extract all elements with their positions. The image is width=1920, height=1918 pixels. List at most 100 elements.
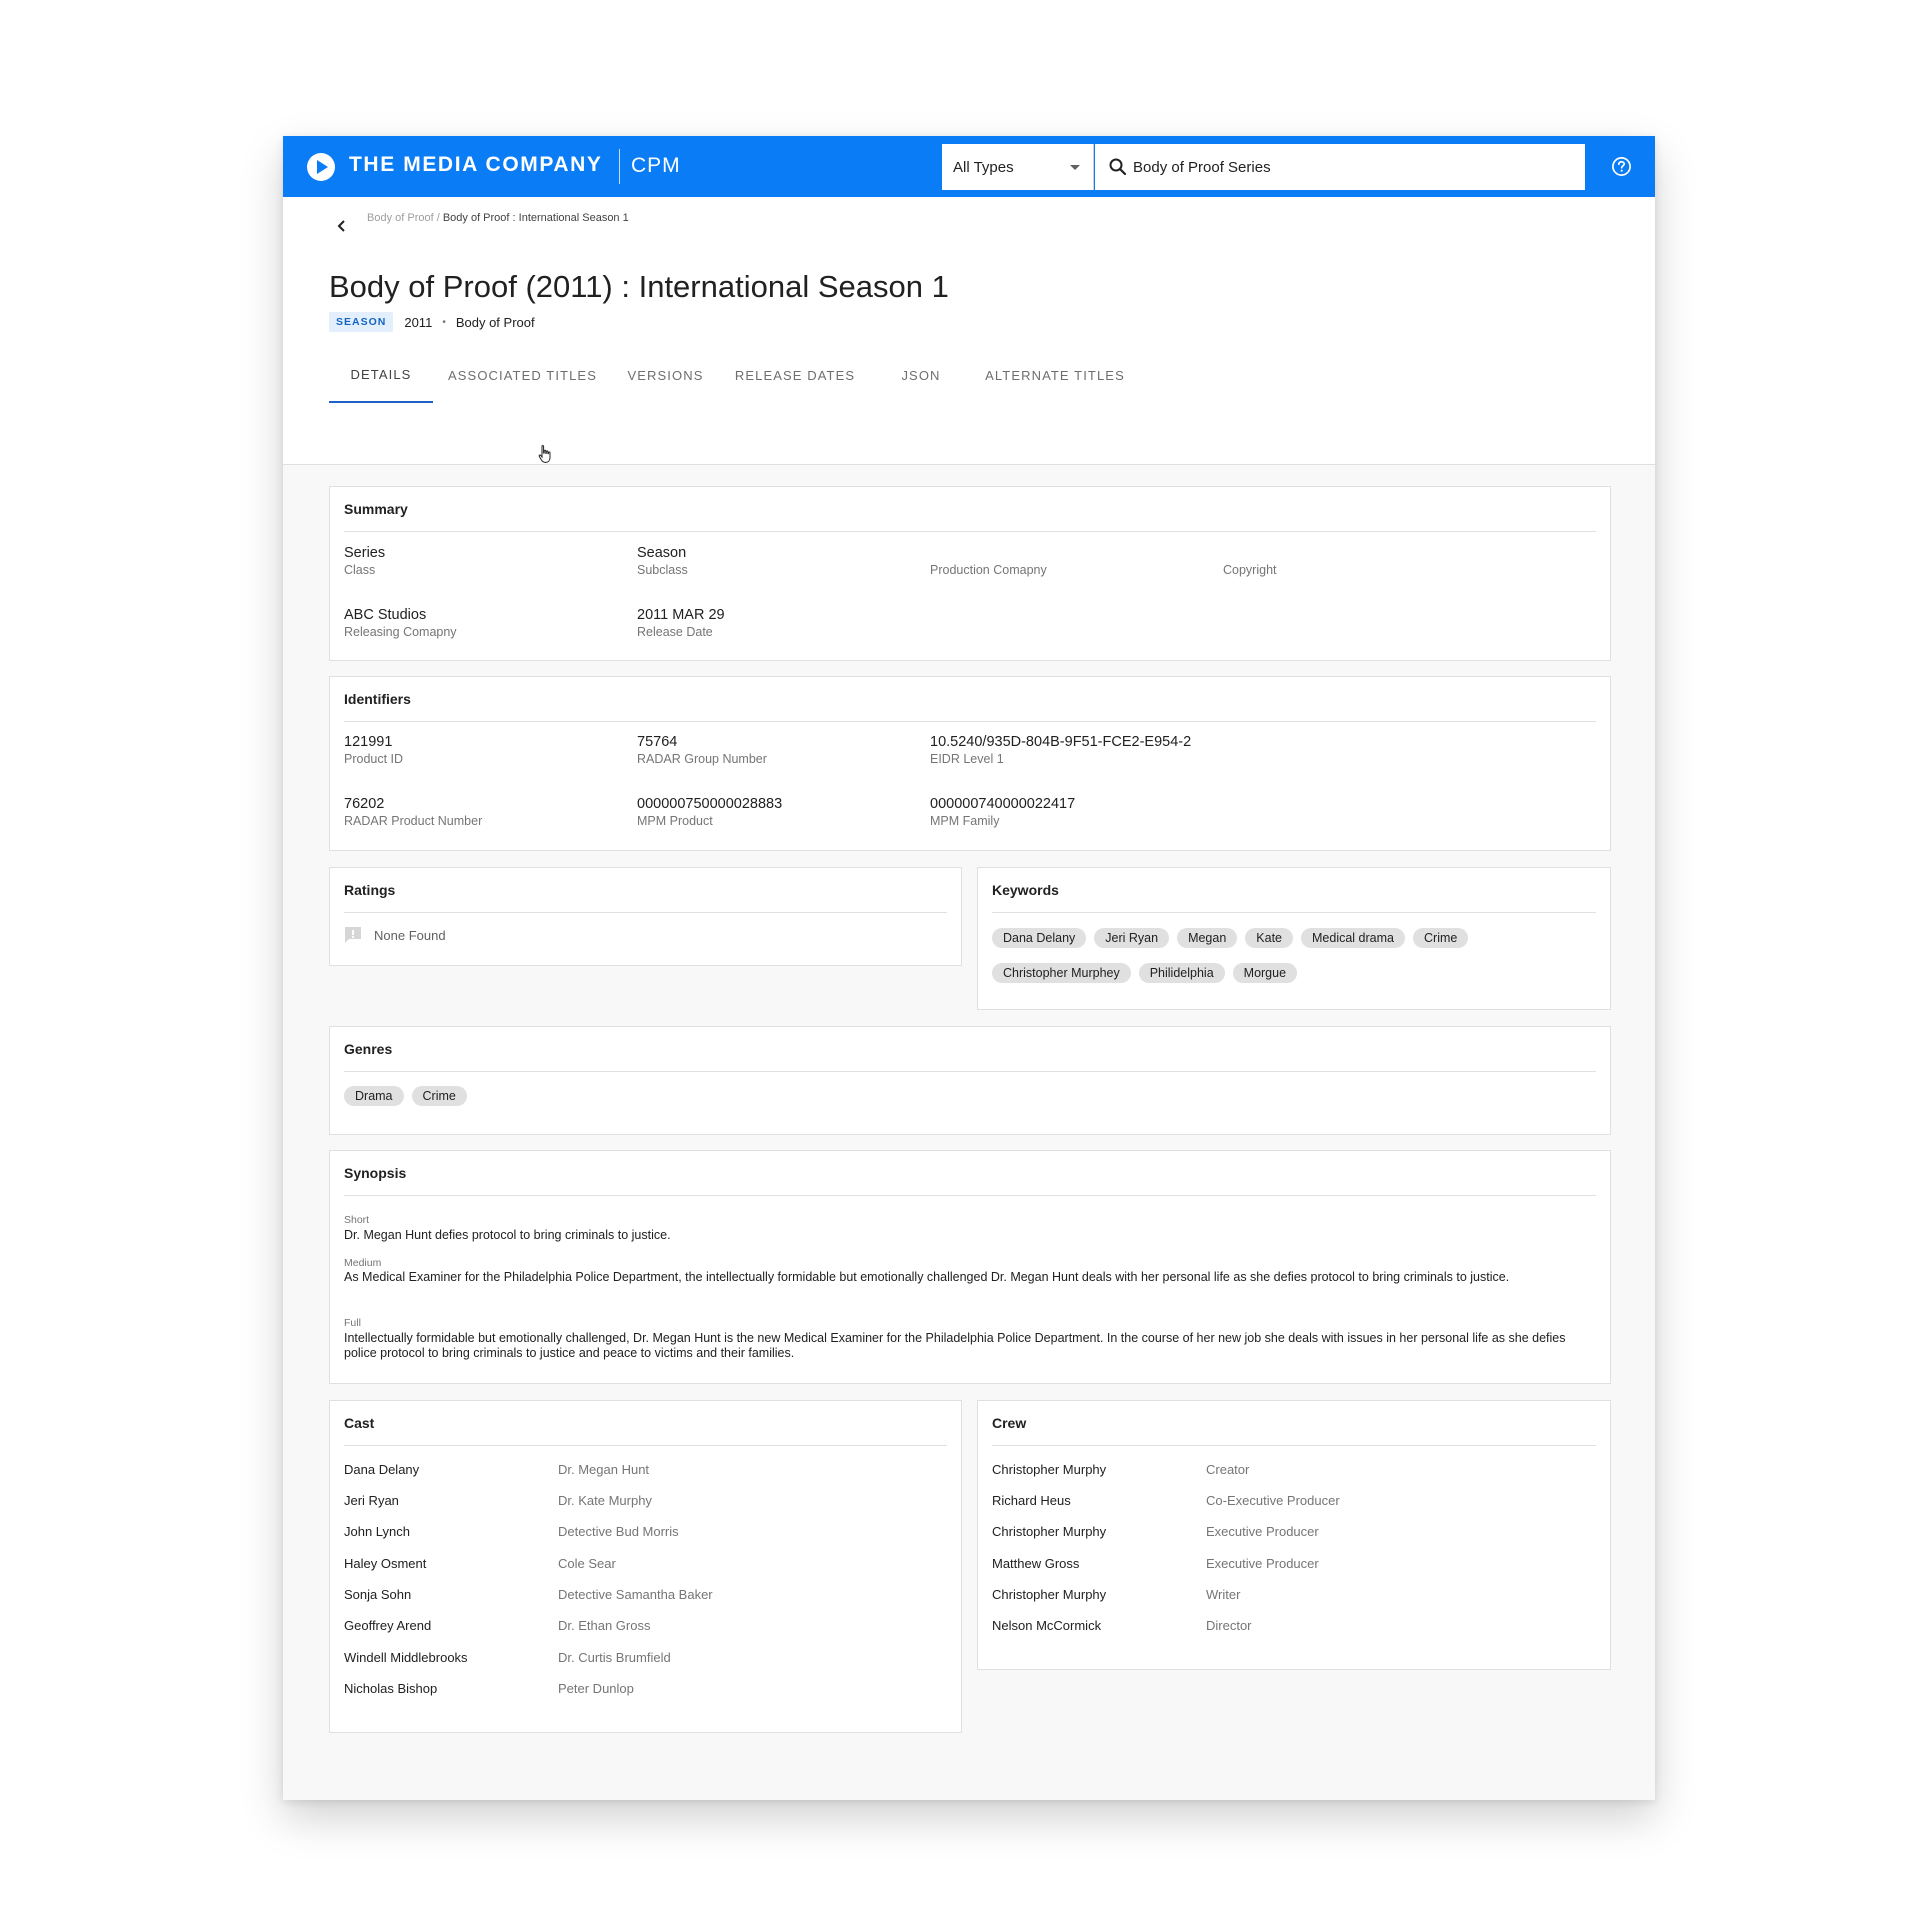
keyword-chip[interactable]: Crime — [1413, 928, 1469, 948]
title-meta: SEASON 2011 • Body of Proof — [329, 312, 535, 332]
card-divider — [344, 912, 947, 913]
field-label: MPM Product — [637, 814, 713, 828]
tab-versions[interactable]: VERSIONS — [612, 347, 719, 403]
genre-chip[interactable]: Crime — [411, 1086, 467, 1106]
field-mpm-product: 000000750000028883 MPM Product — [637, 796, 782, 828]
keyword-chip[interactable]: Megan — [1177, 928, 1238, 948]
cast-role: Peter Dunlop — [558, 1681, 634, 1696]
tab-details[interactable]: DETAILS — [329, 347, 433, 403]
crew-name: Christopher Murphy — [992, 1524, 1107, 1539]
field-radar-group-number: 75764 RADAR Group Number — [637, 734, 767, 766]
field-value: 75764 — [637, 734, 678, 750]
summary-title: Summary — [344, 501, 408, 517]
crew-role: Director — [1206, 1618, 1252, 1633]
field-label: Class — [344, 563, 376, 577]
title-header: Body of Proof / Body of Proof : Internat… — [283, 197, 1655, 465]
keyword-chip[interactable]: Dana Delany — [992, 928, 1087, 948]
keyword-chip[interactable]: Philidelphia — [1138, 963, 1225, 983]
type-select[interactable]: All Types — [942, 144, 1094, 190]
cast-role: Dr. Curtis Brumfield — [558, 1650, 671, 1665]
field-label: Production Comapny — [930, 563, 1047, 577]
field-releasing-company: ABC Studios Releasing Comapny — [344, 607, 457, 639]
meta-year: 2011 — [404, 314, 433, 330]
tab-alternate-titles[interactable]: ALTERNATE TITLES — [971, 347, 1139, 403]
summary-card: Summary Series Class Season Subclass Pro… — [329, 486, 1611, 661]
search-input[interactable] — [1133, 144, 1573, 190]
field-value: ABC Studios — [344, 607, 427, 623]
field-value: 2011 MAR 29 — [637, 607, 725, 623]
crew-title: Crew — [992, 1415, 1027, 1431]
keyword-chip[interactable]: Kate — [1245, 928, 1294, 948]
cast-role: Dr. Megan Hunt — [558, 1462, 650, 1477]
play-logo-icon[interactable] — [307, 153, 335, 181]
app-window: THE MEDIA COMPANY CPM All Types Body of … — [283, 136, 1655, 1800]
help-icon[interactable] — [1611, 156, 1632, 177]
cast-card: Cast Dana Delany Dr. Megan Hunt Jeri Ryan… — [329, 1400, 962, 1733]
field-value: 000000740000022417 — [930, 796, 1076, 812]
cast-role: Cole Sear — [558, 1556, 616, 1571]
genres-title: Genres — [344, 1041, 393, 1057]
field-value — [1223, 545, 1277, 562]
hand-cursor-icon — [538, 445, 551, 463]
search-icon — [1109, 158, 1127, 176]
meta-separator: • — [442, 316, 446, 328]
field-value: Series — [344, 545, 386, 561]
cast-name: Dana Delany — [344, 1462, 420, 1477]
cast-name: Haley Osment — [344, 1556, 427, 1571]
genres-card: Genres Drama Crime — [329, 1026, 1611, 1135]
brand-sub: CPM — [631, 154, 681, 177]
keyword-chip[interactable]: Christopher Murphey — [992, 963, 1131, 983]
keywords-card: Keywords Dana Delany Jeri Ryan Megan Kat… — [977, 867, 1611, 1010]
ratings-title: Ratings — [344, 882, 396, 898]
crew-name: Christopher Murphy — [992, 1462, 1107, 1477]
synopsis-short-label: Short — [344, 1214, 370, 1226]
ratings-empty-text: None Found — [374, 927, 446, 943]
field-value: 10.5240/935D-804B-9F51-FCE2-E954-2 — [930, 734, 1192, 750]
keyword-chip[interactable]: Jeri Ryan — [1094, 928, 1170, 948]
breadcrumb-current: Body of Proof : International Season 1 — [442, 212, 629, 224]
synopsis-full-label: Full — [344, 1317, 361, 1329]
synopsis-medium-text: As Medical Examiner for the Philadelphia… — [344, 1270, 1510, 1284]
field-radar-product-number: 76202 RADAR Product Number — [344, 796, 482, 828]
cast-name: Geoffrey Arend — [344, 1618, 432, 1633]
brand-name[interactable]: THE MEDIA COMPANY — [349, 153, 603, 177]
brand-divider — [619, 149, 620, 184]
cast-role: Dr. Ethan Gross — [558, 1618, 651, 1633]
breadcrumb-parent-link[interactable]: Body of Proof — [367, 212, 434, 224]
search-box[interactable] — [1095, 144, 1585, 190]
field-copyright: Copyright — [1223, 545, 1277, 577]
crew-role: Creator — [1206, 1462, 1250, 1477]
field-release-date: 2011 MAR 29 Release Date — [637, 607, 725, 639]
back-arrow-icon[interactable] — [335, 219, 349, 233]
cast-title: Cast — [344, 1415, 375, 1431]
field-label: Release Date — [637, 625, 713, 639]
crew-name: Richard Heus — [992, 1493, 1071, 1508]
field-class: Series Class — [344, 545, 385, 577]
ratings-card: Ratings None Found — [329, 867, 962, 966]
field-value: 000000750000028883 — [637, 796, 783, 812]
tab-json[interactable]: JSON — [871, 347, 971, 403]
field-label: Releasing Comapny — [344, 625, 457, 639]
card-divider — [344, 1195, 1596, 1196]
type-badge: SEASON — [329, 312, 394, 332]
field-label: Product ID — [344, 752, 404, 766]
tab-release-dates[interactable]: RELEASE DATES — [719, 347, 871, 403]
synopsis-medium-label: Medium — [344, 1257, 382, 1269]
card-divider — [344, 1071, 1596, 1072]
keyword-chip[interactable]: Morgue — [1232, 963, 1298, 983]
tab-associated-titles[interactable]: ASSOCIATED TITLES — [433, 347, 612, 403]
feedback-alert-icon — [345, 927, 361, 943]
card-divider — [992, 1445, 1596, 1446]
dropdown-caret-icon — [1070, 165, 1080, 170]
field-mpm-family: 000000740000022417 MPM Family — [930, 796, 1075, 828]
field-label: RADAR Product Number — [344, 814, 483, 828]
genre-chips: Drama Crime — [344, 1086, 944, 1121]
genre-chip[interactable]: Drama — [344, 1086, 404, 1106]
keyword-chip[interactable]: Medical drama — [1301, 928, 1405, 948]
card-divider — [344, 531, 1596, 532]
field-value: Season — [637, 545, 687, 561]
cast-role: Detective Bud Morris — [558, 1524, 679, 1539]
field-label: EIDR Level 1 — [930, 752, 1004, 766]
cast-role: Dr. Kate Murphy — [558, 1493, 652, 1508]
cast-name: Windell Middlebrooks — [344, 1650, 468, 1665]
